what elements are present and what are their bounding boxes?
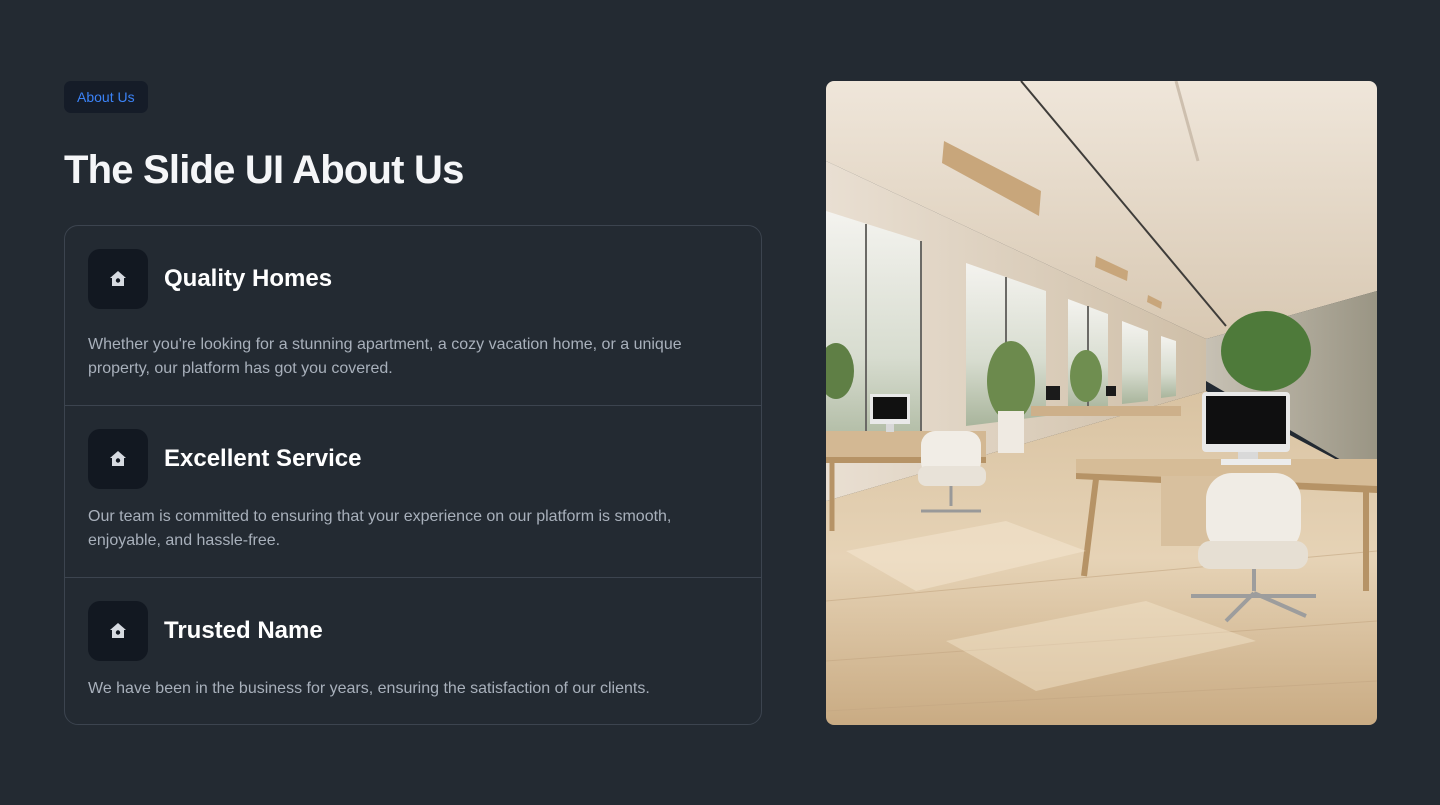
feature-icon-box — [88, 429, 148, 489]
about-section: About Us The Slide UI About Us Quality H… — [0, 0, 1440, 805]
feature-icon-box — [88, 601, 148, 661]
feature-icon-box — [88, 249, 148, 309]
feature-description: Whether you're looking for a stunning ap… — [88, 336, 682, 377]
feature-trusted-name: Trusted Name We have been in the busines… — [65, 578, 761, 724]
home-icon — [110, 271, 126, 286]
feature-description: Our team is committed to ensuring that y… — [88, 508, 672, 549]
feature-excellent-service: Excellent Service Our team is committed … — [65, 406, 761, 578]
feature-title: Trusted Name — [164, 617, 323, 644]
feature-title: Excellent Service — [164, 445, 362, 472]
feature-quality-homes: Quality Homes Whether you're looking for… — [65, 226, 761, 406]
office-interior-photo — [826, 81, 1377, 725]
home-icon — [110, 623, 126, 638]
home-icon — [110, 451, 126, 466]
feature-description: We have been in the business for years, … — [88, 680, 650, 697]
feature-title: Quality Homes — [164, 265, 333, 292]
page-title: The Slide UI About Us — [64, 148, 464, 192]
about-us-badge: About Us — [64, 81, 148, 113]
features-card: Quality Homes Whether you're looking for… — [64, 225, 762, 725]
